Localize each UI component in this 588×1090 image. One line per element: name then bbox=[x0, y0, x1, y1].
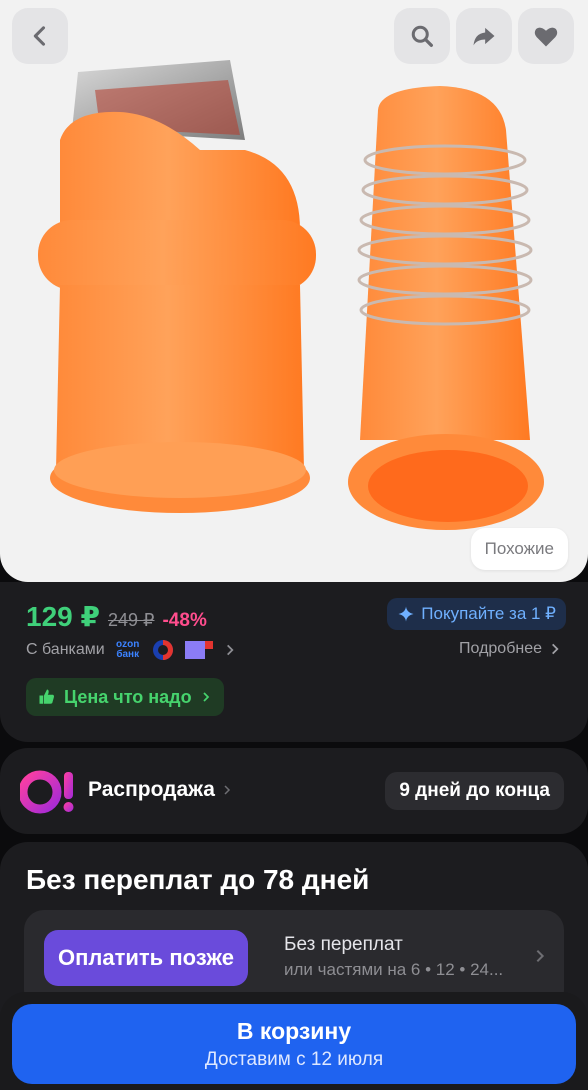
favorite-button[interactable] bbox=[518, 8, 574, 64]
more-details-link[interactable]: Подробнее bbox=[459, 640, 562, 658]
product-image bbox=[38, 60, 544, 530]
promo-label: Покупайте за 1 ₽ bbox=[421, 604, 556, 623]
product-page: Похожие 129 ₽ 249 ₽ -48% Покупайте за 1 … bbox=[0, 0, 588, 1090]
back-button[interactable] bbox=[12, 8, 68, 64]
chevron-right-icon bbox=[224, 785, 231, 795]
current-price: 129 ₽ bbox=[26, 601, 100, 632]
ozon-bank-logo: ozon банк bbox=[116, 639, 140, 660]
sale-countdown: 9 дней до конца bbox=[385, 772, 564, 810]
discount-badge: -48% bbox=[162, 610, 207, 631]
add-to-cart-button[interactable]: В корзину Доставим с 12 июля bbox=[12, 1004, 576, 1084]
share-button[interactable] bbox=[456, 8, 512, 64]
chevron-right-icon bbox=[552, 643, 559, 655]
search-icon bbox=[411, 25, 433, 47]
sale-title: Распродажа bbox=[88, 778, 233, 802]
search-button[interactable] bbox=[394, 8, 450, 64]
similar-button[interactable]: Похожие bbox=[470, 528, 568, 570]
installment-line2: или частями на 6 • 12 • 24... bbox=[284, 960, 504, 979]
installment-line1: Без переплат bbox=[284, 934, 403, 955]
sale-card[interactable]: Распродажа 9 дней до конца bbox=[0, 748, 588, 834]
price-card: 129 ₽ 249 ₽ -48% Покупайте за 1 ₽ С банк… bbox=[0, 582, 588, 742]
price-row: 129 ₽ 249 ₽ -48% bbox=[26, 600, 207, 633]
thumbs-up-icon bbox=[39, 689, 54, 704]
bottom-action-bar: В корзину Доставим с 12 июля bbox=[0, 992, 588, 1090]
promo-chip[interactable]: Покупайте за 1 ₽ bbox=[387, 598, 566, 630]
banks-label: С банками bbox=[26, 641, 105, 658]
chevron-left-icon bbox=[33, 26, 46, 46]
installment-title: Без переплат до 78 дней bbox=[26, 864, 370, 895]
chevron-right-icon bbox=[202, 692, 209, 702]
ozon-sale-logo-icon bbox=[20, 770, 74, 814]
heart-icon bbox=[534, 27, 558, 47]
pay-later-button[interactable]: Оплатить позже bbox=[44, 930, 248, 986]
bank-logo-icon bbox=[152, 640, 173, 660]
bank-logo-square-icon bbox=[184, 641, 213, 659]
add-to-cart-label: В корзину bbox=[236, 1017, 352, 1044]
old-price: 249 ₽ bbox=[107, 610, 155, 630]
sparkle-icon bbox=[398, 606, 414, 622]
good-price-badge[interactable]: Цена что надо bbox=[26, 678, 224, 716]
chevron-right-icon bbox=[536, 949, 545, 963]
bank-offers[interactable]: С банками ozon банк bbox=[26, 638, 237, 662]
share-icon bbox=[473, 27, 495, 46]
chevron-right-icon bbox=[226, 644, 234, 656]
delivery-date: Доставим с 12 июля bbox=[204, 1048, 384, 1070]
product-image-gallery[interactable]: Похожие bbox=[0, 0, 588, 582]
